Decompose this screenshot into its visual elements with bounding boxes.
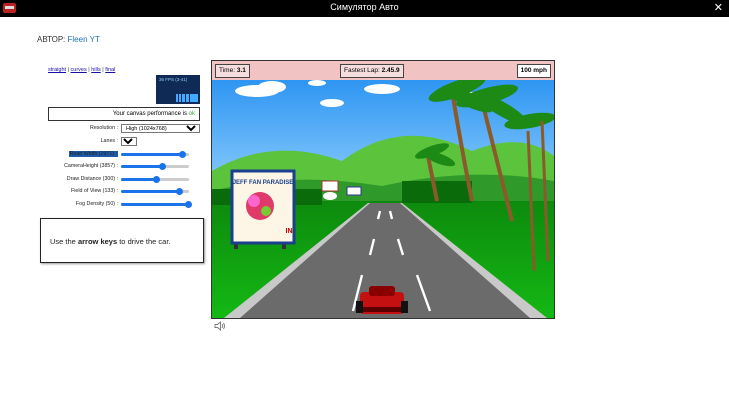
game-canvas[interactable]: JEFF FAN PARADISE IN Time: 3.1 Fastest L… — [211, 60, 555, 319]
billboard-text: JEFF FAN PARADISE — [233, 180, 294, 186]
performance-text: Your canvas performance is — [112, 111, 189, 117]
title-bar: Симулятор Авто ✕ — [0, 0, 729, 17]
instructions-box: Use the arrow keys to drive the car. — [40, 218, 204, 263]
draw-distance-label: Draw Distance (300) : — [66, 176, 118, 182]
author-prefix: АВТОР: — [37, 35, 66, 44]
instructions-keys: arrow keys — [77, 237, 118, 246]
resolution-row: Resolution : High (1024x768) — [40, 124, 200, 134]
billboard: JEFF FAN PARADISE IN — [230, 169, 296, 249]
close-icon[interactable]: ✕ — [714, 1, 723, 14]
camera-height-row: CameraHeight (3857) : — [40, 162, 200, 172]
field-of-view-row: Field of View (133) : — [40, 187, 200, 197]
fastest-lap-value: 2.45.9 — [381, 67, 400, 74]
fog-density-label: Fog Density (50) : — [75, 201, 118, 207]
lanes-row: Lanes : 3 — [40, 137, 200, 147]
performance-status: ok — [188, 111, 195, 117]
camera-height-slider[interactable] — [121, 163, 189, 170]
author-link[interactable]: Fleen YT — [68, 35, 100, 44]
road-width-row: Road Width (2971) : — [40, 150, 200, 160]
fog-density-slider[interactable] — [121, 201, 192, 208]
link-final[interactable]: final — [105, 67, 115, 73]
track-links: straight | curves | hills | final — [48, 67, 115, 73]
draw-distance-row: Draw Distance (300) : — [40, 175, 200, 185]
link-straight[interactable]: straight — [48, 67, 66, 73]
speed-display: 100 mph — [516, 64, 551, 78]
time-value: 3.1 — [236, 67, 246, 74]
fps-text: 36 FPS (3-41) — [159, 77, 188, 82]
hud-bar: Time: 3.1 Fastest Lap: 2.45.9 100 mph — [212, 61, 554, 80]
speaker-icon[interactable] — [214, 321, 226, 331]
field-of-view-slider[interactable] — [121, 188, 189, 195]
draw-distance-slider[interactable] — [121, 176, 189, 183]
resolution-select[interactable]: High (1024x768) — [121, 124, 200, 133]
fps-graph — [176, 94, 198, 102]
fog-density-row: Fog Density (50) : — [40, 200, 200, 210]
fastest-lap-display: Fastest Lap: 2.45.9 — [340, 64, 404, 78]
instructions-text: Use the — [50, 237, 78, 246]
performance-box: Your canvas performance is ok — [48, 107, 200, 121]
lanes-label: Lanes : — [100, 138, 118, 144]
road-width-label: Road Width (2971) : — [68, 151, 118, 157]
link-curves[interactable]: curves — [71, 67, 87, 73]
lanes-select[interactable]: 3 — [121, 137, 137, 146]
field-of-view-label: Field of View (133) : — [70, 188, 118, 194]
resolution-label: Resolution : — [90, 125, 118, 131]
billboard-sign: IN — [286, 228, 293, 235]
road-width-slider[interactable] — [121, 151, 189, 158]
time-display: Time: 3.1 — [215, 64, 250, 78]
instructions-text-end: to drive the car. — [117, 237, 171, 246]
game-scene: JEFF FAN PARADISE IN — [212, 61, 554, 318]
fastest-lap-label: Fastest Lap: — [344, 67, 382, 74]
fps-meter: 36 FPS (3-41) — [156, 75, 200, 104]
author-line: АВТОР: Fleen YT — [37, 35, 100, 44]
time-label: Time: — [219, 67, 237, 74]
camera-height-label: CameraHeight (3857) : — [64, 163, 118, 169]
link-hills[interactable]: hills — [91, 67, 100, 73]
window-title: Симулятор Авто — [330, 2, 399, 12]
